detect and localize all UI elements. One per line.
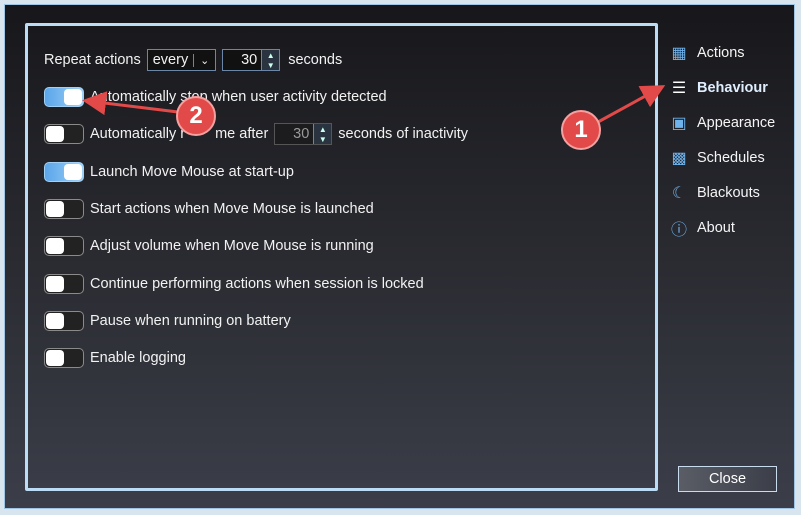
annotation-badge-2: 2 (176, 96, 216, 136)
arrow-2 (82, 91, 179, 116)
annotation-badge-1: 1 (561, 110, 601, 150)
annotation-arrows (82, 85, 666, 124)
arrow-1 (597, 85, 666, 124)
